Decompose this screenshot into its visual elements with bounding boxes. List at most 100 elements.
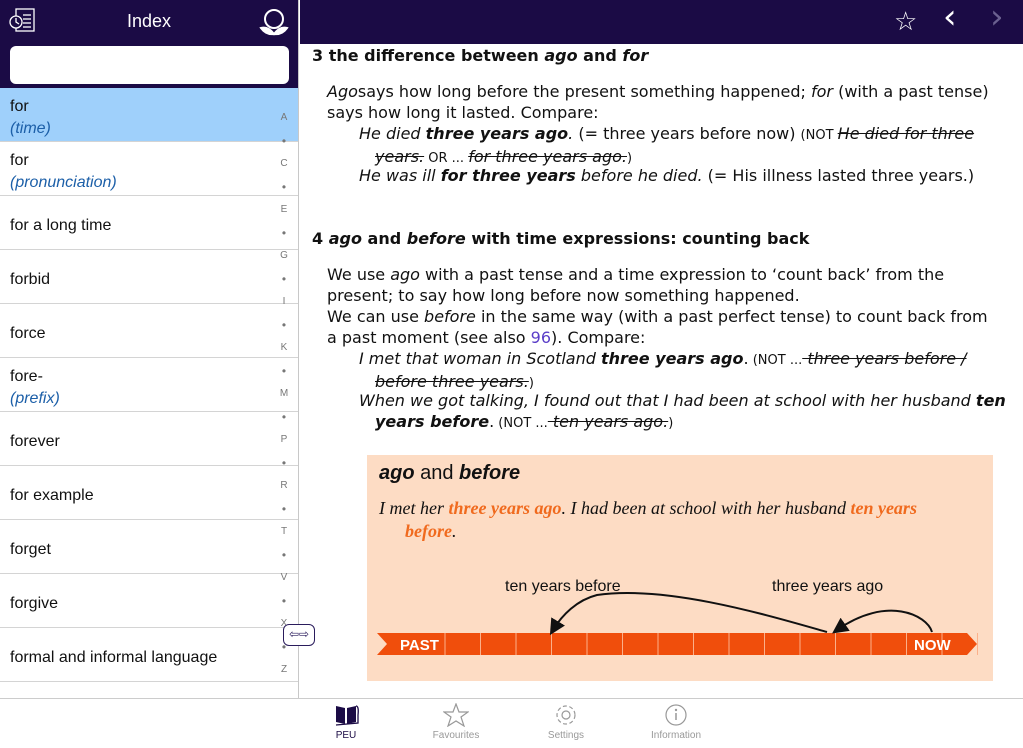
rail-letter[interactable]: C: [276, 157, 292, 180]
text-segment: for three years ago.: [468, 147, 627, 166]
index-sidebar: Index for (time) for (pronunciation) for a l…: [0, 0, 299, 698]
rail-letter[interactable]: •: [276, 456, 292, 479]
text-segment: He was ill: [359, 166, 441, 185]
search-input[interactable]: [10, 46, 289, 84]
item-label: forbid: [10, 270, 51, 288]
index-list-item[interactable]: forgive: [0, 574, 298, 628]
rail-letter[interactable]: E: [276, 203, 292, 226]
forward-chevron-icon[interactable]: ›: [990, 0, 1004, 34]
rail-letter[interactable]: •: [276, 502, 292, 525]
index-list-item[interactable]: force: [0, 304, 298, 358]
rail-letter[interactable]: G: [276, 249, 292, 272]
section-3-heading: 3 the difference between ago and for: [312, 46, 649, 65]
text-segment: for three years: [440, 166, 576, 185]
now-label: NOW: [914, 637, 952, 654]
rail-letter[interactable]: P: [276, 433, 292, 456]
index-list-item[interactable]: fore- (prefix): [0, 358, 298, 412]
tab-settings[interactable]: Settings: [526, 703, 606, 741]
item-label: formal and informal language: [10, 648, 218, 666]
item-subtitle: (pronunciation): [10, 173, 117, 191]
index-list-item[interactable]: for (pronunciation): [0, 142, 298, 196]
text-segment: ago: [390, 265, 420, 284]
text-segment: with a past tense and a time expression …: [327, 265, 945, 305]
text-segment: (NOT ...: [748, 353, 803, 368]
text-segment: before he died.: [575, 166, 703, 185]
paragraph: We can use before in the same way (with …: [327, 306, 997, 348]
index-list-item[interactable]: forget: [0, 520, 298, 574]
cross-reference-link[interactable]: 96: [531, 328, 551, 347]
text-segment: Ago: [327, 82, 358, 101]
index-list-item[interactable]: for (time): [0, 88, 298, 142]
text-segment: three years ago: [600, 349, 744, 368]
item-label: for example: [10, 486, 94, 504]
text-segment: We can use: [327, 307, 425, 326]
top-toolbar: ☆ ‹ ›: [300, 0, 1023, 44]
rail-letter[interactable]: •: [276, 548, 292, 571]
add-favourite-star-icon[interactable]: ☆: [894, 9, 917, 35]
text-segment: ). Compare:: [551, 328, 646, 347]
rail-letter[interactable]: •: [276, 410, 292, 433]
rail-letter[interactable]: V: [276, 571, 292, 594]
text-segment: (NOT: [800, 128, 838, 143]
tab-information[interactable]: Information: [636, 703, 716, 741]
rail-letter[interactable]: •: [276, 364, 292, 387]
item-label: for a long time: [10, 216, 112, 234]
ago-before-illustration: ago and before I met her three years ago…: [367, 455, 993, 681]
rail-letter[interactable]: •: [276, 226, 292, 249]
star-icon: [443, 703, 469, 727]
text-segment: ten years ago.: [547, 412, 669, 431]
tab-favourites[interactable]: Favourites: [416, 703, 496, 741]
example: When we got talking, I found out that I …: [359, 390, 1009, 434]
example: He died three years ago. (= three years …: [359, 123, 1009, 169]
sidebar-header: Index: [0, 0, 298, 88]
rail-letter[interactable]: T: [276, 525, 292, 548]
text-segment: I met that woman in Scotland: [359, 349, 601, 368]
text-segment: We use: [327, 265, 391, 284]
timeline-bar: [377, 633, 977, 655]
item-label: for: [10, 97, 29, 115]
rail-letter[interactable]: •: [276, 594, 292, 617]
rail-letter[interactable]: R: [276, 479, 292, 502]
index-list-item[interactable]: forbid: [0, 250, 298, 304]
tab-label: Settings: [547, 730, 585, 741]
item-label: fore-: [10, 367, 43, 385]
rail-letter[interactable]: •: [276, 272, 292, 295]
text-segment: before: [424, 307, 476, 326]
example: I met that woman in Scotland three years…: [359, 348, 1009, 394]
article-content: 3 the difference between ago and for Ago…: [300, 44, 1023, 698]
text-segment: says how long before the present somethi…: [357, 82, 811, 101]
tab-label: Information: [650, 730, 702, 741]
index-list-item[interactable]: for example: [0, 466, 298, 520]
index-list-item[interactable]: forever: [0, 412, 298, 466]
sidebar-title: Index: [126, 11, 172, 31]
rail-letter[interactable]: I: [276, 295, 292, 318]
rail-letter[interactable]: Z: [276, 663, 292, 686]
rail-letter[interactable]: M: [276, 387, 292, 410]
item-label: for: [10, 151, 29, 169]
arrow-ten-years-before: [549, 592, 828, 636]
tab-peu[interactable]: PEU: [306, 703, 386, 741]
bottom-tab-bar: PEU Favourites Settings Information: [0, 698, 1023, 748]
text-segment: ): [668, 416, 674, 431]
example: He was ill for three years before he die…: [359, 165, 1009, 186]
index-list-item[interactable]: for a long time: [0, 196, 298, 250]
index-list-item[interactable]: formal and informal language: [0, 628, 298, 682]
oxford-logo-icon[interactable]: [258, 8, 290, 36]
rail-letter[interactable]: •: [276, 134, 292, 157]
rail-letter[interactable]: A: [276, 111, 292, 134]
text-segment: OR ...: [424, 151, 469, 166]
timeline-graphic: PAST NOW: [377, 592, 978, 655]
book-icon: [335, 705, 359, 726]
index-list: for (time) for (pronunciation) for a long ti…: [0, 88, 298, 682]
rail-letter[interactable]: •: [276, 180, 292, 203]
rail-letter[interactable]: •: [276, 318, 292, 341]
section-4-heading: 4 ago and before with time expressions: …: [312, 229, 810, 248]
text-segment: (NOT ...: [494, 416, 548, 431]
item-label: forget: [10, 540, 51, 558]
info-icon: [665, 704, 687, 726]
back-chevron-icon[interactable]: ‹: [943, 0, 957, 34]
rail-letter[interactable]: K: [276, 341, 292, 364]
item-label: forever: [10, 432, 60, 450]
item-label: forgive: [10, 594, 59, 612]
alphabet-index-rail[interactable]: A • C • E • G • I • K • M • P • R • T • V • X • Z: [276, 111, 292, 686]
